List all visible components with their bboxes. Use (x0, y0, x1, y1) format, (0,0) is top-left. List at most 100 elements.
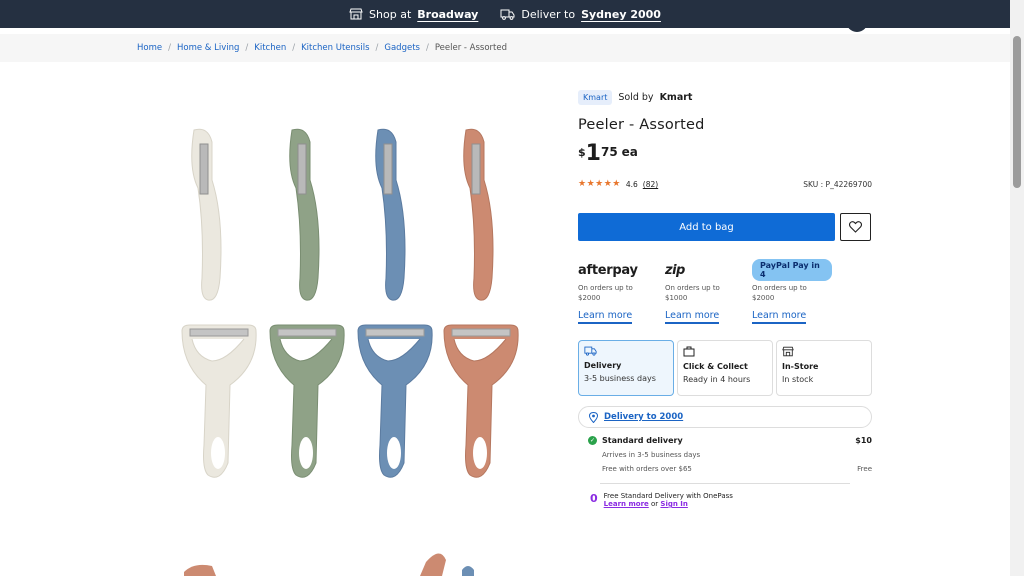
delivery-address-bar[interactable]: Delivery to 2000 (578, 406, 872, 428)
scrollbar[interactable] (1010, 0, 1024, 576)
standard-delivery-price: $10 (855, 436, 872, 445)
delivery-location[interactable]: Sydney 2000 (581, 8, 661, 21)
breadcrumb-kitchen-utensils[interactable]: Kitchen Utensils (301, 43, 369, 53)
payment-option-afterpay: afterpay On orders up to $2000 Learn mor… (578, 261, 658, 324)
product-image[interactable] (150, 110, 550, 576)
deliver-to-label: Deliver to (521, 7, 576, 21)
peeler-terracotta-y (443, 324, 519, 478)
truck-icon (500, 9, 515, 20)
fulfilment-in-store[interactable]: In-Store In stock (776, 340, 872, 396)
page: Shop at Broadway Deliver to Sydney 2000 … (0, 0, 1024, 576)
peeler-blue-swivel (375, 128, 406, 301)
breadcrumb-separator: / (292, 43, 296, 53)
rating[interactable]: ★★★★★ 4.6 (82) (578, 179, 658, 189)
shop-at-label: Shop at (369, 7, 412, 21)
paypal-note-line1: On orders up to (752, 284, 807, 292)
breadcrumb-separator: / (375, 43, 379, 53)
breadcrumb-separator: / (425, 43, 429, 53)
review-count-link[interactable]: (82) (643, 180, 658, 189)
delivery-location-selector[interactable]: Deliver to Sydney 2000 (500, 8, 661, 21)
breadcrumb-home-living[interactable]: Home & Living (177, 43, 239, 53)
seller-row: Kmart Sold by Kmart (578, 90, 872, 105)
click-collect-icon (683, 346, 695, 357)
price-currency: $ (578, 146, 586, 159)
payment-options: afterpay On orders up to $2000 Learn mor… (578, 259, 832, 324)
onepass-promo: 0 Free Standard Delivery with OnePass Le… (578, 492, 872, 508)
price-dollars: 1 (585, 141, 601, 166)
onepass-sign-in-link[interactable]: Sign In (660, 500, 687, 508)
fulfilment-click-collect[interactable]: Click & Collect Ready in 4 hours (677, 340, 773, 396)
store-name[interactable]: Broadway (417, 8, 478, 21)
store-icon (349, 8, 363, 20)
delivery-address-link[interactable]: Delivery to 2000 (604, 412, 683, 422)
wishlist-button[interactable] (840, 213, 871, 241)
seller-badge: Kmart (578, 90, 613, 105)
product-title: Peeler - Assorted (578, 117, 705, 133)
paypal-logo-wrap: PayPal Pay in 4 (752, 259, 832, 281)
add-to-bag-button[interactable]: Add to bag (578, 213, 835, 241)
heart-icon (849, 221, 862, 233)
fulfilment-delivery-status: 3-5 business days (584, 374, 656, 383)
store-selector[interactable]: Shop at Broadway (349, 8, 478, 21)
onepass-text-wrap: Free Standard Delivery with OnePass Lear… (604, 492, 733, 508)
peeler-blue-y (357, 324, 433, 478)
price-unit: ea (621, 145, 638, 159)
sold-by-label: Sold by (618, 92, 654, 103)
zip-logo: zip (665, 262, 685, 278)
breadcrumb-gadgets[interactable]: Gadgets (384, 43, 420, 53)
star-rating-icons: ★★★★★ (578, 179, 621, 189)
payment-option-zip: zip On orders up to $1000 Learn more (665, 261, 745, 324)
fulfilment-delivery[interactable]: Delivery 3-5 business days (578, 340, 674, 396)
breadcrumb-separator: / (168, 43, 171, 53)
paypal-note-line2: $2000 (752, 294, 775, 302)
product-info: Kmart Sold by Kmart Peeler - Assorted $ … (578, 90, 872, 508)
fulfilment-click-collect-name: Click & Collect (683, 362, 748, 371)
afterpay-note: On orders up to $2000 (578, 283, 658, 303)
standard-delivery-row: ✓ Standard delivery $10 (588, 436, 872, 445)
sku: SKU : P_42269700 (803, 179, 872, 189)
zip-learn-more-link[interactable]: Learn more (665, 310, 720, 324)
afterpay-note-line1: On orders up to (578, 284, 633, 292)
peeler-sage-swivel (289, 128, 320, 301)
onepass-learn-more-link[interactable]: Learn more (604, 500, 649, 508)
paypal-learn-more-link[interactable]: Learn more (752, 310, 807, 324)
standard-delivery-free: Free with orders over $65 Free (588, 465, 872, 473)
breadcrumb-home[interactable]: Home (137, 43, 162, 53)
standard-delivery-label: Standard delivery (602, 436, 683, 445)
rating-value: 4.6 (625, 179, 638, 189)
peeler-cream-y (181, 324, 257, 478)
payment-option-paypal: PayPal Pay in 4 On orders up to $2000 Le… (752, 259, 832, 324)
free-label: Free (857, 465, 872, 473)
check-icon: ✓ (588, 436, 597, 445)
truck-icon (584, 346, 597, 356)
standard-delivery-label-wrap: ✓ Standard delivery (588, 436, 683, 445)
top-bar: Shop at Broadway Deliver to Sydney 2000 (0, 0, 1010, 32)
fulfilment-in-store-status: In stock (782, 375, 814, 384)
paypal-note: On orders up to $2000 (752, 283, 832, 303)
store-icon (782, 346, 794, 357)
onepass-icon: 0 (590, 492, 598, 505)
breadcrumb-kitchen[interactable]: Kitchen (254, 43, 286, 53)
price-cents: 75 (600, 145, 618, 159)
onepass-text: Free Standard Delivery with OnePass (603, 492, 733, 500)
account-bubble[interactable] (846, 18, 868, 32)
free-note: Free with orders over $65 (602, 465, 692, 473)
breadcrumb-separator: / (245, 43, 249, 53)
peeler-sage-y (269, 324, 345, 478)
thumbnail-strip[interactable] (184, 553, 474, 576)
afterpay-learn-more-link[interactable]: Learn more (578, 310, 633, 324)
location-pin-icon (589, 411, 598, 423)
peeler-terracotta-swivel (463, 128, 494, 301)
zip-note-line1: On orders up to (665, 284, 720, 292)
standard-delivery-arrives: Arrives in 3-5 business days (588, 451, 872, 459)
paypal-logo: PayPal Pay in 4 (752, 259, 832, 281)
onepass-or: or (651, 500, 659, 508)
fulfilment-in-store-name: In-Store (782, 362, 819, 371)
fulfilment-click-collect-status: Ready in 4 hours (683, 375, 751, 384)
fulfilment-options: Delivery 3-5 business days Click & Colle… (578, 340, 872, 396)
breadcrumb-current: Peeler - Assorted (434, 43, 507, 53)
standard-delivery: ✓ Standard delivery $10 Arrives in 3-5 b… (578, 436, 872, 473)
fulfilment-delivery-name: Delivery (584, 361, 622, 370)
scrollbar-thumb[interactable] (1013, 36, 1021, 188)
breadcrumb: Home / Home & Living / Kitchen / Kitchen… (0, 34, 1010, 62)
